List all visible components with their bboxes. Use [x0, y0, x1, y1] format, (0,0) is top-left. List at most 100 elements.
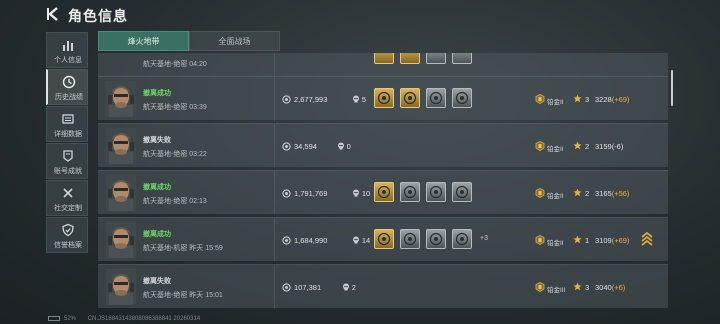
star-count: 2: [585, 189, 590, 198]
kill-count: 10: [361, 189, 371, 198]
sidebar-item-profile[interactable]: 个人信息: [46, 32, 88, 68]
silver-badge-icon: [452, 229, 472, 249]
rank-score: 3109(+69): [595, 236, 629, 245]
sidebar-item-history[interactable]: 历史战绩: [46, 69, 88, 105]
rank-icon: [535, 94, 545, 104]
score-delta: (+69): [611, 95, 630, 104]
match-result: 撤离失败: [143, 137, 171, 144]
badge-strip: [374, 88, 478, 108]
scrollbar[interactable]: [671, 70, 673, 106]
sidebar: 个人信息 历史战绩 详细数据 账号成就 社交定制 信誉档案: [46, 32, 88, 254]
page-title: 角色信息: [68, 8, 128, 24]
coin-icon: [282, 283, 291, 292]
gold-badge-icon: [374, 182, 394, 202]
badge-strip: [374, 53, 478, 64]
divider: [274, 77, 275, 121]
badge-strip: [374, 182, 478, 202]
list-item[interactable]: 撤离成功 航天基地-绝密 02:13 1,791,769 10 铂金II 2 3165(+5…: [98, 170, 668, 215]
extra-badges-count: +3: [480, 235, 488, 242]
rank-icon: [535, 141, 545, 151]
divider: [274, 265, 275, 309]
divider: [274, 218, 275, 262]
score-value: 3159: [595, 142, 612, 151]
kill-count: 0: [346, 142, 351, 151]
score-delta: (-6): [611, 142, 624, 151]
match-history-list: 航天基地-绝密 04:20 撤离成功 航天基地-绝密 03:39 2,677,993…: [98, 53, 668, 324]
skull-icon: [342, 283, 349, 291]
tab-hazard-zone[interactable]: 烽火地带: [98, 31, 189, 51]
skull-icon: [352, 189, 359, 197]
score-value: 3109: [595, 236, 612, 245]
star-count: 1: [585, 236, 590, 245]
sidebar-item-label: 信誉档案: [54, 242, 82, 249]
rank-label: 铂金III: [547, 287, 566, 294]
coin-icon: [282, 95, 291, 104]
sidebar-item-social[interactable]: 社交定制: [46, 180, 88, 216]
match-mapline: 航天基地-绝密 03:22: [143, 151, 207, 158]
star-icon: [573, 235, 582, 244]
silver-badge-icon: [426, 229, 446, 249]
silver-badge-icon: [426, 182, 446, 202]
gold-badge-icon: [374, 229, 394, 249]
skull-icon: [337, 142, 344, 150]
rank-score: 3165(+56): [595, 189, 629, 198]
battery-icon: [48, 316, 60, 321]
star-count: 2: [585, 142, 590, 151]
score-delta: (+69): [611, 236, 630, 245]
rank-score: 3040(+6): [595, 283, 625, 292]
silver-badge-icon: [426, 53, 446, 64]
kill-count: 14: [361, 236, 371, 245]
coin-icon: [282, 142, 291, 151]
mode-tabs: 烽火地带 全面战场: [98, 31, 280, 51]
divider: [274, 53, 275, 78]
list-item[interactable]: 撤离成功 航天基地-机密 昨天 15:59 1,684,990 14 +3 铂金II 1 31…: [98, 217, 668, 262]
coin-value: 1,684,990: [294, 236, 328, 245]
list-item[interactable]: 撤离失败 航天基地-绝密 昨天 15:01 107,381 2 铂金III 3 3040(+…: [98, 264, 668, 309]
bar-chart-icon: [63, 41, 73, 51]
rank-up-chevron-icon: [641, 231, 653, 246]
skull-icon: [352, 236, 359, 244]
match-result: 撤离成功: [143, 231, 171, 238]
match-result: 撤离失败: [143, 278, 171, 285]
gold-badge-icon: [400, 53, 420, 64]
kill-count: 5: [361, 95, 367, 104]
back-arrow-icon[interactable]: [46, 6, 60, 22]
avatar: [106, 269, 136, 305]
score-delta: (+56): [611, 189, 630, 198]
match-result: 撤离成功: [143, 90, 171, 97]
coin-icon: [282, 189, 291, 198]
match-mapline: 航天基地-绝密 03:39: [143, 104, 207, 111]
silver-badge-icon: [426, 88, 446, 108]
silver-badge-icon: [452, 53, 472, 64]
score-value: 3165: [595, 189, 612, 198]
match-mapline: 航天基地-绝密 04:20: [143, 61, 207, 68]
rank-icon: [535, 188, 545, 198]
star-icon: [573, 282, 582, 291]
list-item[interactable]: 航天基地-绝密 04:20: [98, 53, 668, 78]
rank-label: 铂金II: [547, 193, 564, 200]
skull-icon: [352, 95, 359, 103]
social-icon: [63, 188, 73, 198]
rank-score: 3228(+69): [595, 95, 629, 104]
silver-badge-icon: [452, 182, 472, 202]
avatar: [106, 128, 136, 164]
sidebar-item-details[interactable]: 详细数据: [46, 106, 88, 142]
gold-badge-icon: [400, 88, 420, 108]
tab-full-warfare[interactable]: 全面战场: [189, 31, 280, 51]
list-item[interactable]: 撤离成功 航天基地-绝密 03:39 2,677,993 5 铂金II 3 3228(+69…: [98, 76, 668, 121]
rank-score: 3159(-6): [595, 142, 623, 151]
sidebar-item-reputation[interactable]: 信誉档案: [46, 217, 88, 253]
avatar: [106, 81, 136, 117]
sidebar-item-label: 个人信息: [54, 57, 82, 64]
divider: [274, 171, 275, 215]
coin-value: 2,677,993: [294, 95, 328, 104]
achievement-icon: [63, 150, 73, 162]
coin-value: 34,594: [294, 142, 317, 151]
coin-value: 107,381: [294, 283, 322, 292]
match-mapline: 航天基地-绝密 02:13: [143, 198, 207, 205]
history-icon: [62, 75, 76, 89]
rank-label: 铂金II: [547, 99, 564, 106]
sidebar-item-achievements[interactable]: 账号成就: [46, 143, 88, 179]
list-item[interactable]: 撤离失败 航天基地-绝密 03:22 34,594 0 铂金II 2 3159(-6): [98, 123, 668, 168]
rank-label: 铂金II: [547, 240, 564, 247]
